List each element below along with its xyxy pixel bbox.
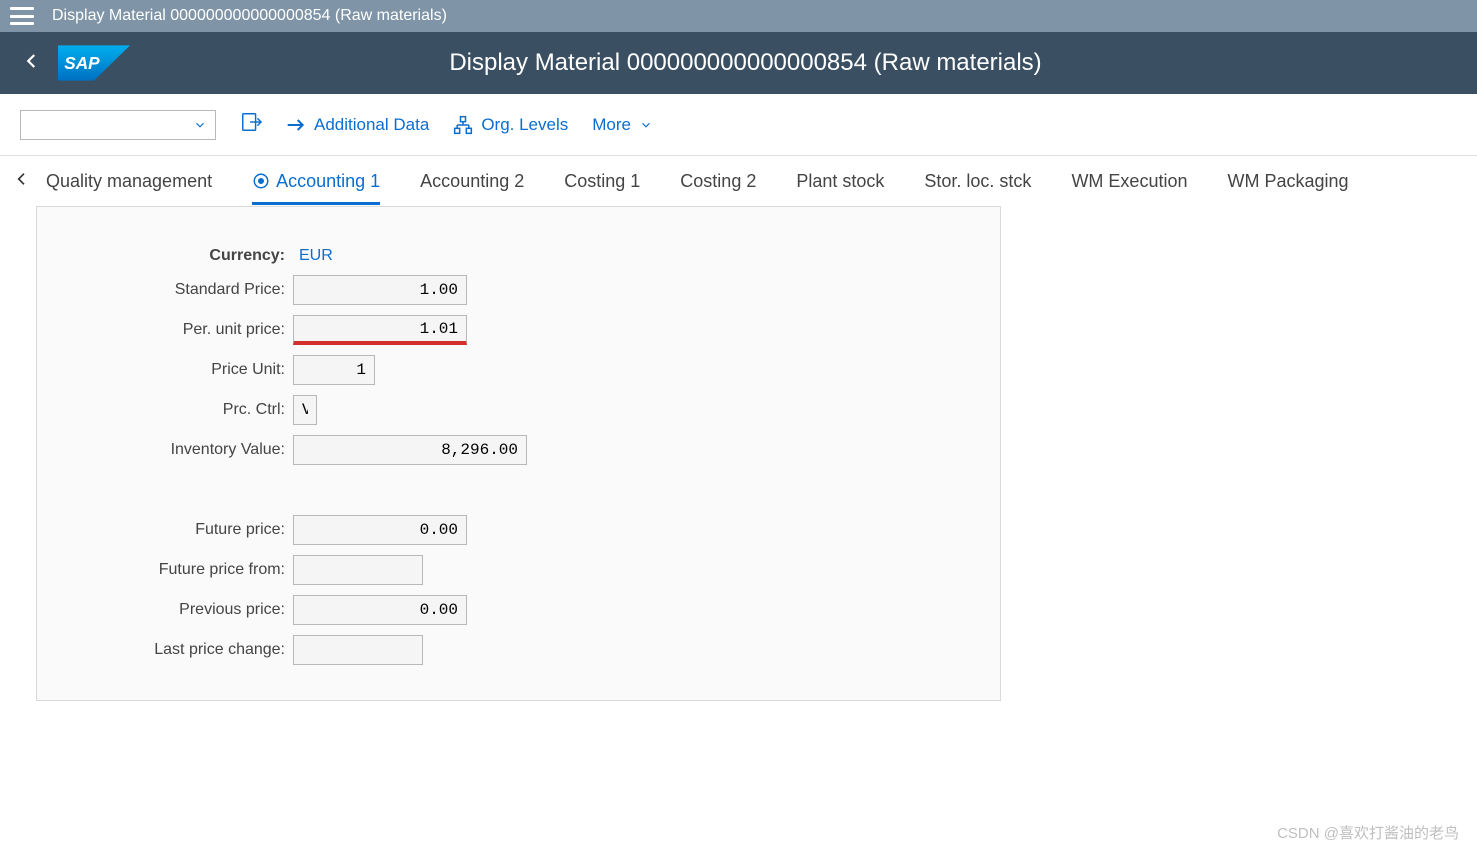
watermark-text: CSDN @喜欢打酱油的老鸟: [1277, 822, 1459, 843]
expand-icon[interactable]: [240, 111, 262, 139]
window-titlebar: Display Material 000000000000000854 (Raw…: [0, 0, 1477, 32]
previous-price-field[interactable]: [293, 595, 467, 625]
svg-text:SAP: SAP: [64, 53, 100, 73]
more-label: More: [592, 115, 631, 135]
currency-label: Currency:: [57, 247, 293, 265]
tab-scroll-left[interactable]: [14, 170, 30, 193]
inventory-value-label: Inventory Value:: [57, 441, 293, 459]
chevron-down-icon: [639, 118, 653, 132]
per-unit-price-label: Per. unit price:: [57, 321, 293, 339]
last-price-change-label: Last price change:: [57, 641, 293, 659]
chevron-down-icon: [193, 118, 207, 132]
org-levels-label: Org. Levels: [481, 115, 568, 135]
tab-accounting-1[interactable]: Accounting 1: [252, 159, 380, 204]
previous-price-label: Previous price:: [57, 601, 293, 619]
tab-stor-loc-stck[interactable]: Stor. loc. stck: [924, 159, 1031, 204]
view-selector-dropdown[interactable]: [20, 110, 216, 140]
future-price-from-field[interactable]: [293, 555, 423, 585]
inventory-value-field[interactable]: [293, 435, 527, 465]
tab-costing-1[interactable]: Costing 1: [564, 159, 640, 204]
additional-data-button[interactable]: Additional Data: [286, 115, 429, 135]
back-button[interactable]: [16, 50, 48, 76]
tab-strip: Quality management Accounting 1 Accounti…: [0, 156, 1477, 206]
more-button[interactable]: More: [592, 115, 653, 135]
future-price-label: Future price:: [57, 521, 293, 539]
org-levels-button[interactable]: Org. Levels: [453, 115, 568, 135]
tab-quality-management[interactable]: Quality management: [46, 159, 212, 204]
tab-wm-execution[interactable]: WM Execution: [1071, 159, 1187, 204]
app-header: SAP Display Material 000000000000000854 …: [0, 32, 1477, 94]
price-unit-label: Price Unit:: [57, 361, 293, 379]
tab-costing-2[interactable]: Costing 2: [680, 159, 756, 204]
future-price-field[interactable]: [293, 515, 467, 545]
additional-data-label: Additional Data: [314, 115, 429, 135]
tab-plant-stock[interactable]: Plant stock: [796, 159, 884, 204]
per-unit-price-field[interactable]: [293, 315, 467, 345]
future-price-from-label: Future price from:: [57, 561, 293, 579]
tab-accounting-2[interactable]: Accounting 2: [420, 159, 524, 204]
toolbar: Additional Data Org. Levels More: [0, 94, 1477, 156]
window-title: Display Material 000000000000000854 (Raw…: [52, 7, 447, 25]
prc-ctrl-label: Prc. Ctrl:: [57, 401, 293, 419]
currency-value[interactable]: EUR: [293, 247, 333, 265]
menu-icon[interactable]: [10, 7, 34, 25]
price-unit-field[interactable]: [293, 355, 375, 385]
last-price-change-field[interactable]: [293, 635, 423, 665]
eye-icon: [252, 172, 270, 190]
standard-price-label: Standard Price:: [57, 281, 293, 299]
tab-wm-packaging[interactable]: WM Packaging: [1227, 159, 1348, 204]
standard-price-field[interactable]: [293, 275, 467, 305]
page-title: Display Material 000000000000000854 (Raw…: [130, 49, 1461, 77]
sap-logo: SAP: [58, 45, 130, 81]
prc-ctrl-field[interactable]: [293, 395, 317, 425]
accounting-panel: Currency: EUR Standard Price: Per. unit …: [36, 206, 1001, 701]
content-area: Currency: EUR Standard Price: Per. unit …: [0, 206, 1477, 701]
